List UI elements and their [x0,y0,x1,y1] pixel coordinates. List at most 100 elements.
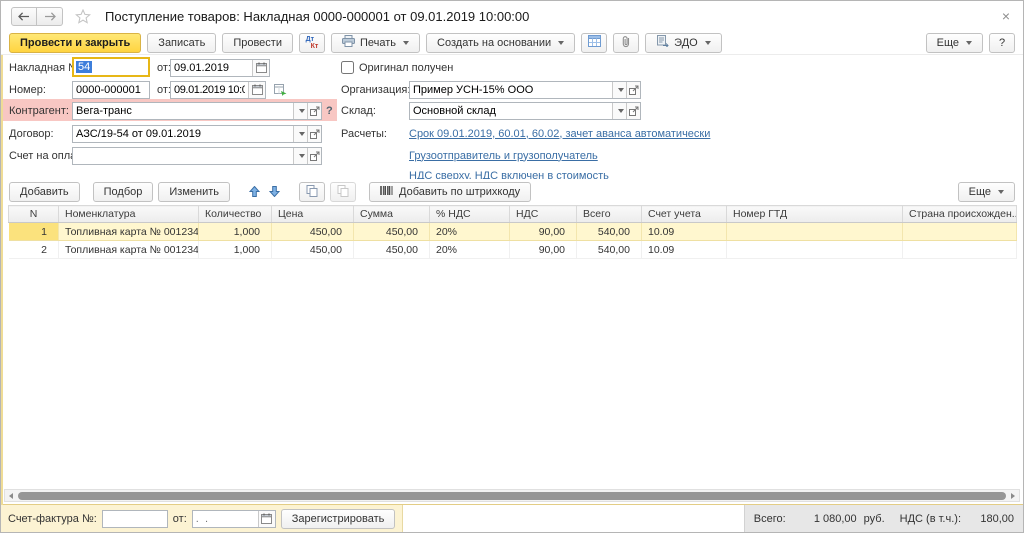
cell-country[interactable] [903,241,1017,259]
contract-input[interactable] [73,126,293,142]
warehouse-input[interactable] [410,103,612,119]
cell-total[interactable]: 540,00 [577,223,642,241]
open-button[interactable] [307,126,321,142]
create-based-on-button[interactable]: Создать на основании [426,33,575,53]
more-button[interactable]: Еще [926,33,983,53]
attachment-button[interactable] [613,33,639,53]
help-button[interactable]: ? [989,33,1015,53]
cell-sum[interactable]: 450,00 [354,241,430,259]
items-toolbar: Добавить Подбор Изменить Добавить по штр… [1,179,1023,203]
cell-country[interactable] [903,223,1017,241]
contract-field[interactable] [72,125,322,143]
cell-quantity[interactable]: 1,000 [199,241,272,259]
cell-gtd[interactable] [727,241,903,259]
more-label: Еще [937,37,959,49]
total-label: Всего: [754,513,786,525]
invoice-facture-date-field[interactable] [192,510,276,528]
scrollbar-thumb[interactable] [18,492,1006,500]
counterparty-help-icon[interactable]: ? [326,105,333,117]
cell-quantity[interactable]: 1,000 [199,223,272,241]
calendar-icon[interactable] [248,82,265,98]
paste-row-button[interactable] [330,182,356,202]
move-up-button[interactable] [247,185,262,200]
organization-input[interactable] [410,82,612,98]
cell-n[interactable]: 1 [9,223,59,241]
cell-nomenclature[interactable]: Топливная карта № 001234898 [59,223,199,241]
number-field[interactable] [72,81,150,99]
set-current-datetime-icon[interactable] [274,84,287,96]
cell-total[interactable]: 540,00 [577,241,642,259]
payment-invoice-input[interactable] [73,148,293,164]
table-row[interactable]: 2 Топливная карта № 001234899 1,000 450,… [9,241,1017,259]
add-row-button[interactable]: Добавить [9,182,80,202]
pick-button[interactable]: Подбор [93,182,154,202]
cell-n[interactable]: 2 [9,241,59,259]
forward-button[interactable] [37,7,63,26]
cell-price[interactable]: 450,00 [272,241,354,259]
items-more-button[interactable]: Еще [958,182,1015,202]
cell-price[interactable]: 450,00 [272,223,354,241]
invoice-date-input[interactable] [171,60,252,76]
edit-row-button[interactable]: Изменить [158,182,230,202]
counterparty-field[interactable] [72,102,322,120]
report-button[interactable] [581,33,607,53]
invoice-no-field[interactable]: 54 [72,57,150,77]
cell-gtd[interactable] [727,223,903,241]
cell-account[interactable]: 10.09 [642,223,727,241]
open-button[interactable] [307,148,321,164]
payment-invoice-field[interactable] [72,147,322,165]
cell-sum[interactable]: 450,00 [354,223,430,241]
command-bar: Провести и закрыть Записать Провести ДтК… [1,31,1023,55]
invoice-date-field[interactable] [170,59,270,77]
cell-nomenclature[interactable]: Топливная карта № 001234899 [59,241,199,259]
cell-vat[interactable]: 90,00 [510,241,577,259]
settlements-link[interactable]: Срок 09.01.2019, 60.01, 60.02, зачет ава… [409,128,710,140]
cell-vat-percent[interactable]: 20% [430,241,510,259]
copy-row-button[interactable] [299,182,325,202]
scroll-right-icon[interactable] [1007,493,1019,499]
items-more-label: Еще [969,186,991,198]
nav-buttons [11,7,63,26]
post-button[interactable]: Провести [222,33,293,53]
dropdown-button[interactable] [612,103,626,119]
close-icon[interactable]: × [999,9,1013,23]
dropdown-button[interactable] [293,148,307,164]
cell-account[interactable]: 10.09 [642,241,727,259]
print-button[interactable]: Печать [331,33,420,53]
add-by-barcode-button[interactable]: Добавить по штрихкоду [369,182,531,202]
invoice-facture-date-input[interactable] [193,511,258,527]
dropdown-button[interactable] [612,82,626,98]
organization-field[interactable] [409,81,641,99]
open-button[interactable] [626,82,640,98]
dropdown-button[interactable] [293,126,307,142]
chevron-down-icon [998,190,1004,194]
dt-kt-button[interactable]: ДтКт [299,33,325,53]
post-and-close-button[interactable]: Провести и закрыть [9,33,141,53]
number-input[interactable] [73,82,149,98]
calendar-icon[interactable] [258,511,275,527]
datetime-input[interactable] [171,82,248,98]
counterparty-input[interactable] [73,103,293,119]
move-down-button[interactable] [267,185,282,200]
cell-vat-percent[interactable]: 20% [430,223,510,241]
edo-button[interactable]: ЭДО [645,33,722,53]
warehouse-field[interactable] [409,102,641,120]
datetime-field[interactable] [170,81,266,99]
back-button[interactable] [11,7,37,26]
open-button[interactable] [626,103,640,119]
open-button[interactable] [307,103,321,119]
consignor-link[interactable]: Грузоотправитель и грузополучатель [409,150,598,162]
cell-vat[interactable]: 90,00 [510,223,577,241]
invoice-facture-field[interactable] [102,510,168,528]
write-button[interactable]: Записать [147,33,216,53]
favorite-star-icon[interactable] [75,9,91,24]
original-received-checkbox[interactable] [341,61,354,74]
dropdown-button[interactable] [293,103,307,119]
calendar-icon[interactable] [252,60,269,76]
number-label: Номер: [9,84,46,96]
register-button[interactable]: Зарегистрировать [281,509,396,529]
horizontal-scrollbar[interactable] [4,489,1020,502]
invoice-facture-input[interactable] [103,511,167,527]
table-row[interactable]: 1 Топливная карта № 001234898 1,000 450,… [9,223,1017,241]
scroll-left-icon[interactable] [5,493,17,499]
